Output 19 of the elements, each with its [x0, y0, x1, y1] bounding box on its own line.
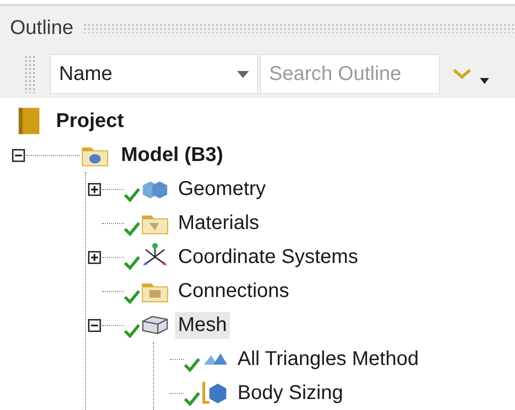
collapse-toggle[interactable] [12, 148, 24, 162]
grip-handle[interactable] [24, 55, 36, 93]
tree-item[interactable]: Model (B3) [118, 142, 226, 168]
caret-icon [237, 70, 249, 78]
column-dropdown[interactable]: Name [50, 54, 258, 94]
tree-item[interactable]: Coordinate Systems [175, 244, 362, 270]
caret-icon[interactable] [480, 78, 489, 84]
tree-item[interactable]: Geometry [175, 176, 269, 202]
search-field[interactable]: Search Outline [260, 54, 440, 94]
tree-item[interactable]: Project [53, 108, 127, 134]
collapse-toggle[interactable] [88, 318, 100, 332]
tree-item[interactable]: Mesh [175, 312, 230, 338]
tree-item[interactable]: All Triangles Method [234, 346, 422, 372]
tree-item[interactable]: Body Sizing [234, 380, 346, 406]
expand-toggle[interactable] [88, 182, 100, 196]
expand-toggle[interactable] [88, 250, 100, 264]
tree-item[interactable]: Materials [175, 210, 262, 236]
panel-title: Outline [10, 16, 74, 40]
tree-item[interactable]: Connections [175, 278, 292, 304]
